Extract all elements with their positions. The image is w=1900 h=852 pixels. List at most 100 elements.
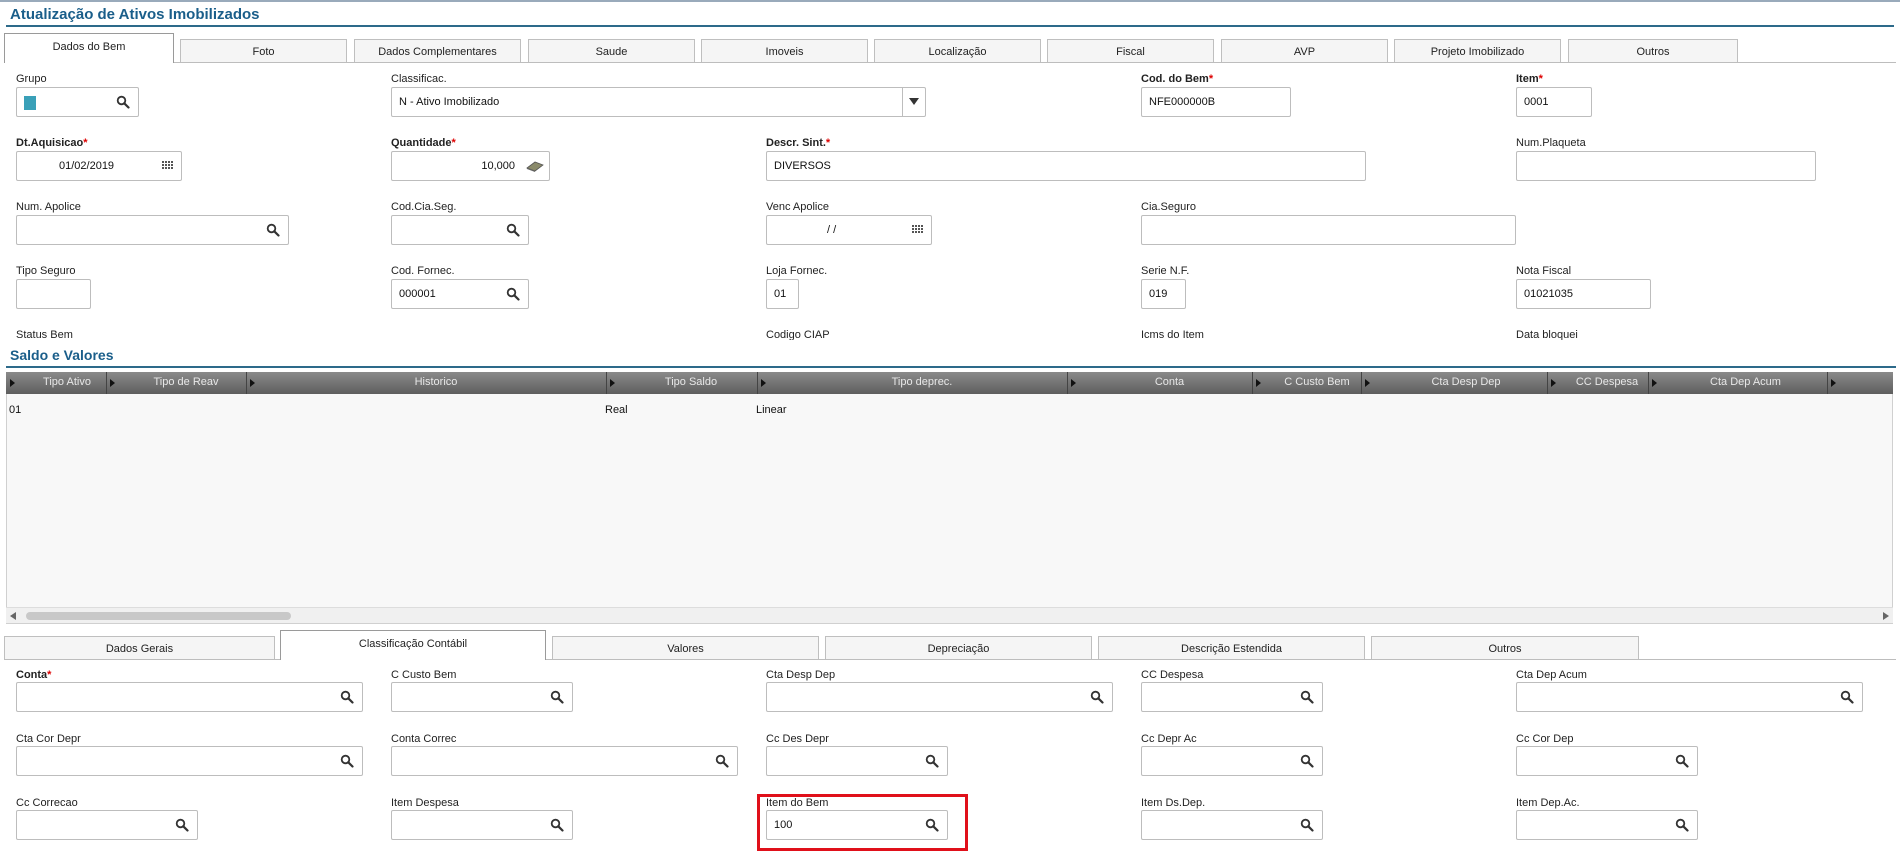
classificac-select[interactable]: N - Ativo Imobilizado [391, 87, 926, 117]
scrollbar-thumb[interactable] [26, 612, 291, 620]
c-custo-bem-search-icon[interactable] [550, 690, 564, 704]
calendar-icon[interactable] [911, 223, 925, 237]
col-historico[interactable]: Historico [256, 376, 616, 388]
calendar-icon[interactable] [161, 159, 175, 173]
tab-foto[interactable]: Foto [180, 39, 347, 63]
item-dep-ac-search-icon[interactable] [1675, 818, 1689, 832]
item-dep-ac-field[interactable] [1516, 810, 1698, 840]
cta-cor-depr-field[interactable] [16, 746, 363, 776]
cc-despesa-search-icon[interactable] [1300, 690, 1314, 704]
table-row[interactable]: 01 Real Linear [7, 402, 1892, 420]
tab-depreciacao[interactable]: Depreciação [825, 636, 1092, 660]
col-cta-dep-acum[interactable]: Cta Dep Acum [1658, 376, 1833, 388]
tab-outros-bottom[interactable]: Outros [1371, 636, 1639, 660]
serie-nf-label: Serie N.F. [1141, 265, 1190, 277]
cc-des-depr-field[interactable] [766, 746, 948, 776]
col-cc-despesa[interactable]: CC Despesa [1557, 376, 1657, 388]
tab-fiscal[interactable]: Fiscal [1047, 39, 1214, 63]
col-tipo-reav[interactable]: Tipo de Reav [116, 376, 256, 388]
page-title: Atualização de Ativos Imobilizados [10, 6, 260, 23]
cod-cia-seg-search-icon[interactable] [506, 223, 520, 237]
calculator-icon[interactable] [526, 159, 544, 173]
column-arrow-icon[interactable] [1071, 379, 1076, 387]
tab-dados-gerais[interactable]: Dados Gerais [4, 636, 275, 660]
cta-cor-depr-search-icon[interactable] [340, 754, 354, 768]
cc-correcao-search-icon[interactable] [175, 818, 189, 832]
tab-avp[interactable]: AVP [1221, 39, 1388, 63]
tab-valores[interactable]: Valores [552, 636, 819, 660]
loja-fornec-label: Loja Fornec. [766, 265, 828, 277]
quantidade-field[interactable]: 10,000 [391, 151, 550, 181]
col-tipo-deprec[interactable]: Tipo deprec. [767, 376, 1077, 388]
column-arrow-icon[interactable] [250, 379, 255, 387]
loja-fornec-field[interactable]: 01 [766, 279, 799, 309]
col-tipo-ativo[interactable]: Tipo Ativo [20, 376, 114, 388]
conta-correc-field[interactable] [391, 746, 738, 776]
tab-outros[interactable]: Outros [1568, 39, 1738, 63]
tab-descricao-estendida[interactable]: Descrição Estendida [1098, 636, 1365, 660]
num-apolice-field[interactable] [16, 215, 289, 245]
item-despesa-field[interactable] [391, 810, 573, 840]
item-despesa-search-icon[interactable] [550, 818, 564, 832]
cta-dep-acum-field[interactable] [1516, 682, 1863, 712]
cc-des-depr-search-icon[interactable] [925, 754, 939, 768]
col-conta[interactable]: Conta [1077, 376, 1262, 388]
column-arrow-icon[interactable] [1256, 379, 1261, 387]
grupo-field[interactable] [16, 87, 139, 117]
tab-dados-complementares[interactable]: Dados Complementares [354, 39, 521, 63]
num-apolice-search-icon[interactable] [266, 223, 280, 237]
col-tipo-saldo[interactable]: Tipo Saldo [616, 376, 766, 388]
column-arrow-icon[interactable] [110, 379, 115, 387]
conta-search-icon[interactable] [340, 690, 354, 704]
tab-saude[interactable]: Saude [528, 39, 695, 63]
venc-apolice-field[interactable]: / / [766, 215, 932, 245]
tab-dados-do-bem[interactable]: Dados do Bem [4, 33, 174, 63]
conta-field[interactable] [16, 682, 363, 712]
grupo-search-icon[interactable] [116, 95, 130, 109]
cod-fornec-search-icon[interactable] [506, 287, 520, 301]
scroll-right-icon[interactable] [1883, 612, 1889, 620]
cta-desp-dep-field[interactable] [766, 682, 1113, 712]
c-custo-bem-field[interactable] [391, 682, 573, 712]
column-arrow-icon[interactable] [1831, 379, 1836, 387]
tab-classificacao-contabil[interactable]: Classificação Contábil [280, 630, 546, 660]
cc-depr-ac-field[interactable] [1141, 746, 1323, 776]
cc-correcao-field[interactable] [16, 810, 198, 840]
cta-desp-dep-label: Cta Desp Dep [766, 669, 836, 681]
tipo-seguro-field[interactable] [16, 279, 91, 309]
col-cta-desp-dep[interactable]: Cta Desp Dep [1371, 376, 1561, 388]
cc-cor-dep-search-icon[interactable] [1675, 754, 1689, 768]
item-ds-dep-field[interactable] [1141, 810, 1323, 840]
cod-fornec-field[interactable]: 000001 [391, 279, 529, 309]
scroll-left-icon[interactable] [10, 612, 16, 620]
cia-seguro-field[interactable] [1141, 215, 1516, 245]
tab-projeto-imobilizado[interactable]: Projeto Imobilizado [1394, 39, 1561, 63]
item-field[interactable]: 0001 [1516, 87, 1592, 117]
cell-tipo-ativo: 01 [9, 404, 22, 416]
cod-cia-seg-field[interactable] [391, 215, 529, 245]
num-plaqueta-field[interactable] [1516, 151, 1816, 181]
column-arrow-icon[interactable] [761, 379, 766, 387]
cc-despesa-field[interactable] [1141, 682, 1323, 712]
classificac-dropdown-button[interactable] [902, 88, 925, 116]
cc-cor-dep-field[interactable] [1516, 746, 1698, 776]
column-arrow-icon[interactable] [10, 379, 15, 387]
tab-localizacao[interactable]: Localização [874, 39, 1041, 63]
cta-desp-dep-search-icon[interactable] [1090, 690, 1104, 704]
cod-bem-field[interactable]: NFE000000B [1141, 87, 1291, 117]
dt-aquisicao-field[interactable]: 01/02/2019 [16, 151, 182, 181]
horizontal-scrollbar[interactable] [6, 607, 1893, 623]
column-arrow-icon[interactable] [1365, 379, 1370, 387]
col-c-custo-bem[interactable]: C Custo Bem [1262, 376, 1372, 388]
column-arrow-icon[interactable] [1551, 379, 1556, 387]
cta-dep-acum-search-icon[interactable] [1840, 690, 1854, 704]
descr-sint-field[interactable]: DIVERSOS [766, 151, 1366, 181]
conta-correc-search-icon[interactable] [715, 754, 729, 768]
tab-imoveis[interactable]: Imoveis [701, 39, 868, 63]
column-arrow-icon[interactable] [610, 379, 615, 387]
item-ds-dep-search-icon[interactable] [1300, 818, 1314, 832]
serie-nf-field[interactable]: 019 [1141, 279, 1186, 309]
column-arrow-icon[interactable] [1652, 379, 1657, 387]
cc-depr-ac-search-icon[interactable] [1300, 754, 1314, 768]
nota-fiscal-field[interactable]: 01021035 [1516, 279, 1651, 309]
